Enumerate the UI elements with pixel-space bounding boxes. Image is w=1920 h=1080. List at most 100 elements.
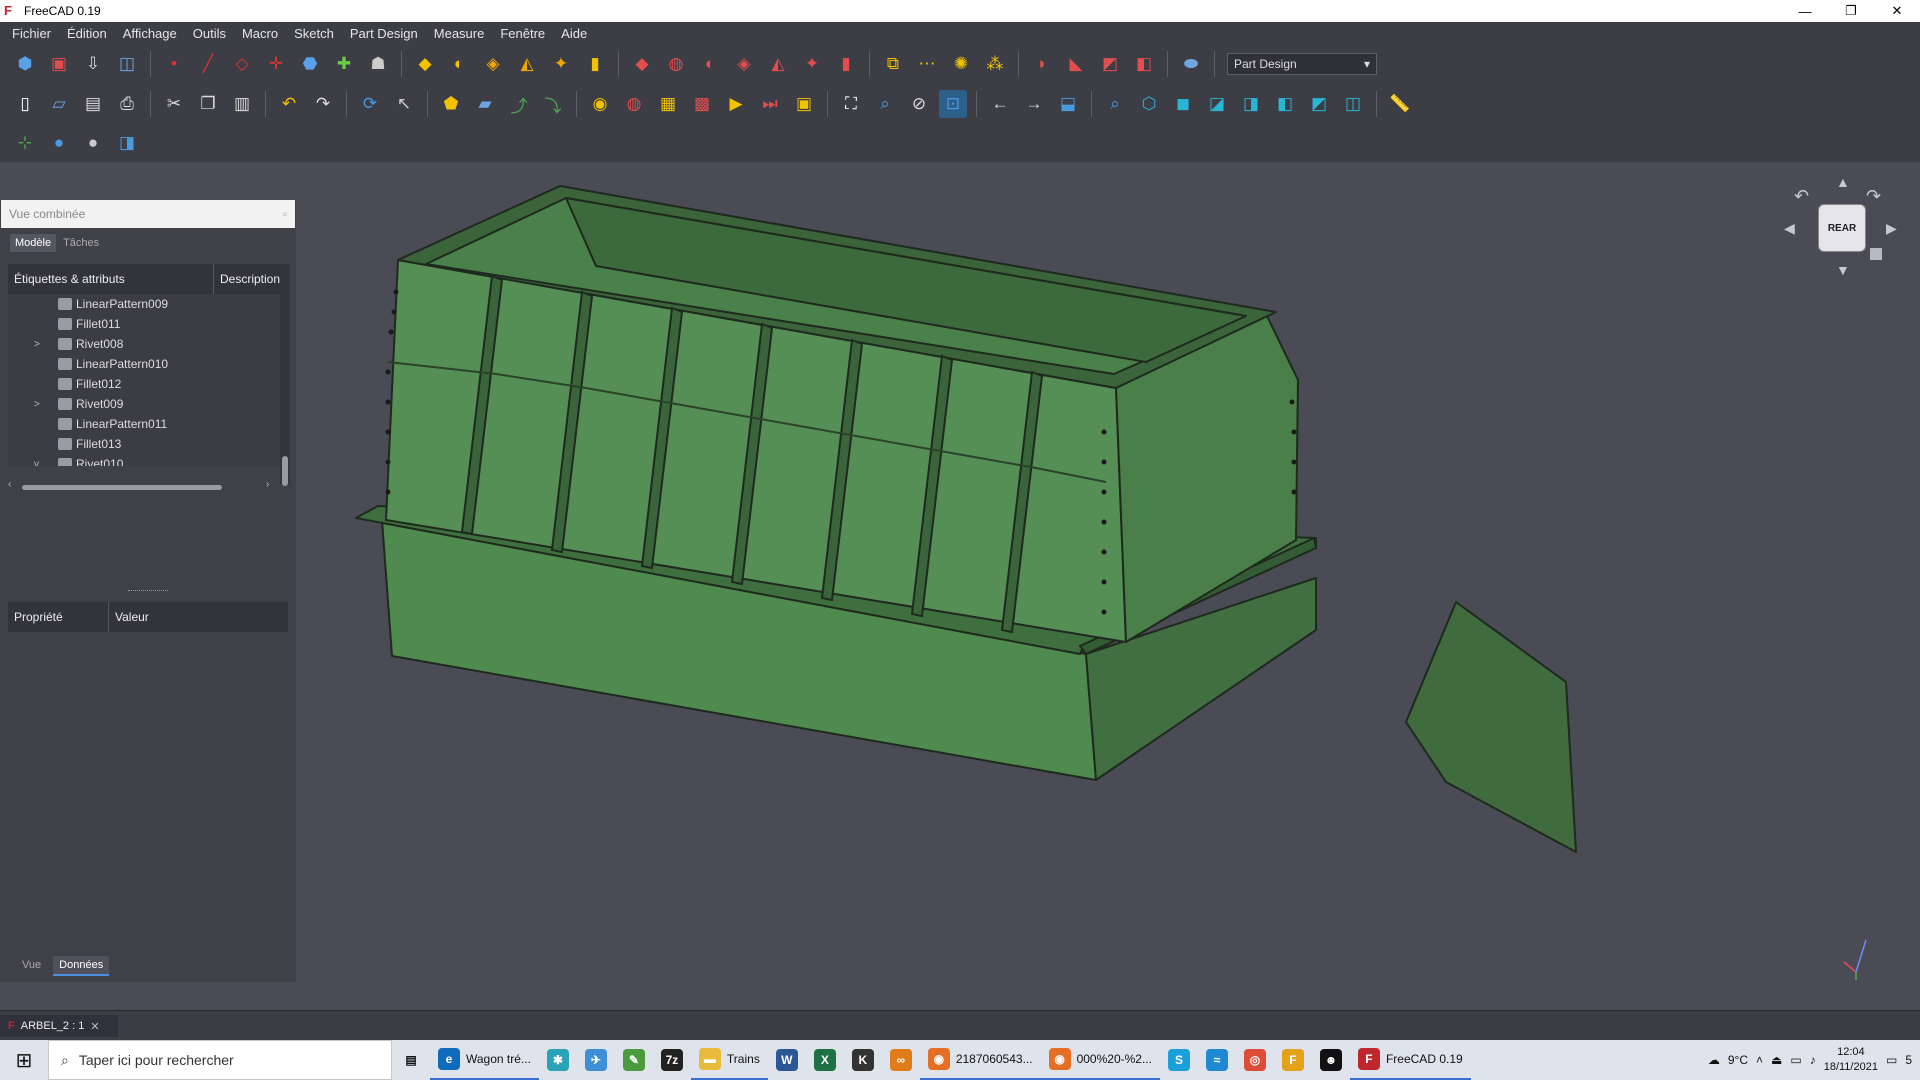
menu-fichier[interactable]: Fichier [4,26,59,41]
loft-icon[interactable]: ◈ [479,50,507,78]
draw-style-icon[interactable]: ⊘ [905,90,933,118]
macro-stop-icon[interactable]: ◍ [620,90,648,118]
attach-icon[interactable]: ⇩ [79,50,107,78]
pocket-icon[interactable]: ◆ [628,50,656,78]
close-icon[interactable]: ✕ [90,1020,99,1033]
tray-expand-icon[interactable]: ˄ [1756,1053,1763,1067]
undo-icon[interactable]: ↶ [275,90,303,118]
taskbar-app[interactable]: ◉ 2187060543... [919,1040,1041,1080]
groove-icon[interactable]: ◐ [696,50,724,78]
back-icon[interactable]: ← [986,90,1014,118]
taskbar-app[interactable]: W [768,1040,806,1080]
taskbar-app[interactable]: ≈ [1198,1040,1236,1080]
menu-affichage[interactable]: Affichage [115,26,185,41]
subtractive-pipe-icon[interactable]: ◭ [764,50,792,78]
clone-icon[interactable]: ◫ [113,50,141,78]
taskbar-app[interactable]: ☻ [1312,1040,1350,1080]
hole-icon[interactable]: ◍ [662,50,690,78]
part-icon[interactable]: ⬟ [437,90,465,118]
macros-icon[interactable]: ▦ [654,90,682,118]
task-view-button[interactable]: ▤ [392,1040,430,1080]
weather-icon[interactable]: ☁ [1708,1053,1720,1067]
volume-icon[interactable]: ♪ [1810,1053,1816,1067]
tab-donnees[interactable]: Données [53,956,110,976]
menu-measure[interactable]: Measure [426,26,493,41]
tab-vue[interactable]: Vue [16,956,47,976]
fillet-icon[interactable]: ◗ [1028,50,1056,78]
usb-icon[interactable]: ⏏ [1771,1053,1782,1067]
scrollbar-thumb[interactable] [282,456,288,486]
polar-pattern-icon[interactable]: ✺ [947,50,975,78]
menu-fenetre[interactable]: Fenêtre [492,26,553,41]
taskbar-app[interactable]: X [806,1040,844,1080]
macro-record-icon[interactable]: ◉ [586,90,614,118]
subshapebinder-icon[interactable]: ✚ [330,50,358,78]
tree-item[interactable]: > Rivet009 [8,394,280,414]
taskbar-app[interactable]: ✱ [539,1040,577,1080]
property-editor[interactable] [8,632,288,942]
macro-step-icon[interactable]: ⏭ [756,90,784,118]
menu-outils[interactable]: Outils [185,26,234,41]
body-icon[interactable]: ⬢ [11,50,39,78]
menu-sketch[interactable]: Sketch [286,26,342,41]
forward-icon[interactable]: → [1020,90,1048,118]
left-view-icon[interactable]: ◫ [1339,90,1367,118]
isometric-icon[interactable]: ⬡ [1135,90,1163,118]
scroll-right-icon[interactable]: › [266,479,269,490]
subtractive-box-icon[interactable]: ▮ [832,50,860,78]
tree-vertical-scrollbar[interactable] [280,264,290,486]
tree-item[interactable]: LinearPattern009 [8,294,280,314]
navigation-cube[interactable]: ↶ ▲ ↷ ◀ ▶ ▼ REAR [1784,174,1897,278]
taskbar-app[interactable]: ✈ [577,1040,615,1080]
menu-edition[interactable]: Édition [59,26,115,41]
boolean-union-icon[interactable]: ● [45,129,73,157]
rear-view-icon[interactable]: ◧ [1271,90,1299,118]
taskbar-app[interactable]: F [1274,1040,1312,1080]
windows-start-button[interactable]: ⊞ [0,1040,48,1080]
linear-pattern-icon[interactable]: ⋯ [913,50,941,78]
boolean-icon[interactable]: ⬬ [1177,50,1205,78]
mirrored-icon[interactable]: ⧉ [879,50,907,78]
taskbar-app[interactable]: ◉ 000%20-%2... [1040,1040,1160,1080]
nav-down-icon[interactable]: ▼ [1836,262,1850,278]
tab-modele[interactable]: Modèle [10,234,57,252]
chamfer-icon[interactable]: ◣ [1062,50,1090,78]
taskbar-search[interactable]: ⌕ Taper ici pour rechercher [48,1040,392,1080]
lcs-icon[interactable]: ✛ [262,50,290,78]
plane-icon[interactable]: ◇ [228,50,256,78]
minimize-button[interactable]: — [1782,0,1828,22]
taskbar-app[interactable]: ◎ [1236,1040,1274,1080]
link-actions-icon[interactable]: ⤵ [539,90,567,118]
multitransform-icon[interactable]: ⁂ [981,50,1009,78]
fit-all-icon[interactable]: ⛶ [837,90,865,118]
close-button[interactable]: ✕ [1874,0,1920,22]
subtractive-helix-icon[interactable]: ✦ [798,50,826,78]
clone-feature-icon[interactable]: ☗ [364,50,392,78]
nav-rotate-left-icon[interactable]: ↶ [1794,186,1809,207]
pipe-icon[interactable]: ◭ [513,50,541,78]
scrollbar-thumb[interactable] [22,485,222,490]
redo-icon[interactable]: ↷ [309,90,337,118]
sync-view-icon[interactable]: ⊡ [939,90,967,118]
right-view-icon[interactable]: ◨ [1237,90,1265,118]
nav-left-icon[interactable]: ◀ [1784,220,1795,237]
nav-up-icon[interactable]: ▲ [1836,174,1850,190]
thickness-icon[interactable]: ◧ [1130,50,1158,78]
property-column[interactable]: Propriété [8,610,63,624]
macro-run-icon[interactable]: ▶ [722,90,750,118]
notifications-icon[interactable]: ▭ [1886,1053,1897,1067]
taskbar-app[interactable]: ▬ Trains [690,1040,768,1080]
whats-this-icon[interactable]: ↖ [390,90,418,118]
sphere-icon[interactable]: ● [79,129,107,157]
new-file-icon[interactable]: ▯ [11,90,39,118]
cut-icon[interactable]: ✂ [160,90,188,118]
taskbar-app[interactable]: K [844,1040,882,1080]
helix-icon[interactable]: ✦ [547,50,575,78]
chevron-down-icon[interactable]: v [34,459,46,467]
nav-cube-face[interactable]: REAR [1818,204,1866,252]
fit-selection-icon[interactable]: ⌕ [871,90,899,118]
value-column[interactable]: Valeur [108,602,149,632]
zoom-icon[interactable]: ⌕ [1101,90,1129,118]
axis-cross-icon[interactable]: ⊹ [11,129,39,157]
paste-icon[interactable]: ▥ [228,90,256,118]
